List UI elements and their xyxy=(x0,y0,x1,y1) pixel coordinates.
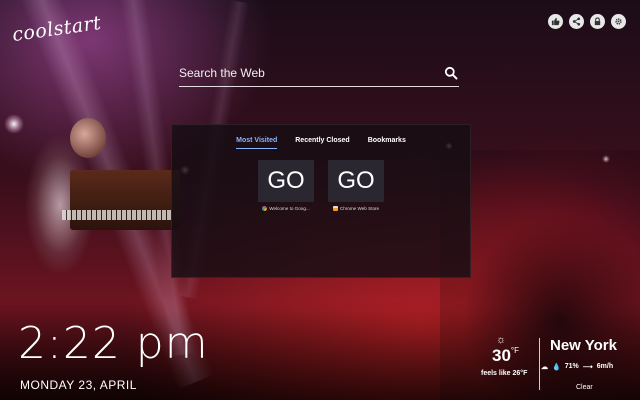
lock-icon[interactable] xyxy=(590,14,605,29)
search-bar xyxy=(179,62,459,87)
clock-time: 2:22 pm xyxy=(18,318,209,369)
humidity-icon: 💧 xyxy=(552,364,561,371)
sun-icon: ☼ xyxy=(496,334,507,346)
cloud-icon: ☁ xyxy=(541,364,548,371)
tile-grid: GO Welcome to Goog... GO Chrome Web Stor… xyxy=(172,160,470,211)
temperature-unit: °F xyxy=(510,346,520,355)
tile-thumbnail: GO xyxy=(258,160,314,202)
search-input[interactable] xyxy=(179,62,434,84)
weather-divider xyxy=(539,338,540,390)
thumbs-up-icon[interactable] xyxy=(548,14,563,29)
tile-caption-label: Welcome to Goog... xyxy=(269,206,310,211)
shortcut-tile[interactable]: GO Welcome to Goog... xyxy=(258,160,314,211)
gear-icon[interactable] xyxy=(611,14,626,29)
tab-recently-closed[interactable]: Recently Closed xyxy=(295,134,349,149)
tile-caption-label: Chrome Web Store xyxy=(339,206,380,211)
clock-date: MONDAY 23, APRIL xyxy=(20,378,137,392)
humidity-value: 71% xyxy=(564,363,579,370)
search-icon[interactable] xyxy=(444,66,458,80)
weather-widget[interactable]: ☼ 30°F feels like 26°F New York ☁ 💧 71% … xyxy=(477,334,637,400)
weather-temperature: 30°F xyxy=(492,346,520,365)
tile-caption: Chrome Web Store xyxy=(332,206,380,211)
share-icon[interactable] xyxy=(569,14,584,29)
chrome-store-favicon-icon xyxy=(332,206,338,211)
weather-stats: ☁ 💧 71% ⟶ 6m/h xyxy=(541,363,613,371)
panel-tabs: Most Visited Recently Closed Bookmarks xyxy=(172,134,470,149)
weather-condition: Clear xyxy=(576,384,593,391)
tile-thumbnail: GO xyxy=(328,160,384,202)
shortcuts-panel: Most Visited Recently Closed Bookmarks G… xyxy=(171,124,471,278)
shortcut-tile[interactable]: GO Chrome Web Store xyxy=(328,160,384,211)
feels-like: feels like 26°F xyxy=(481,370,528,377)
wind-value: 6m/h xyxy=(596,363,614,370)
wind-icon: ⟶ xyxy=(582,364,593,371)
google-favicon-icon xyxy=(262,206,268,211)
top-icon-bar xyxy=(548,14,626,29)
weather-city: New York xyxy=(550,337,617,354)
tile-caption: Welcome to Goog... xyxy=(262,206,310,211)
tab-most-visited[interactable]: Most Visited xyxy=(236,134,278,149)
tab-bookmarks[interactable]: Bookmarks xyxy=(368,134,406,149)
